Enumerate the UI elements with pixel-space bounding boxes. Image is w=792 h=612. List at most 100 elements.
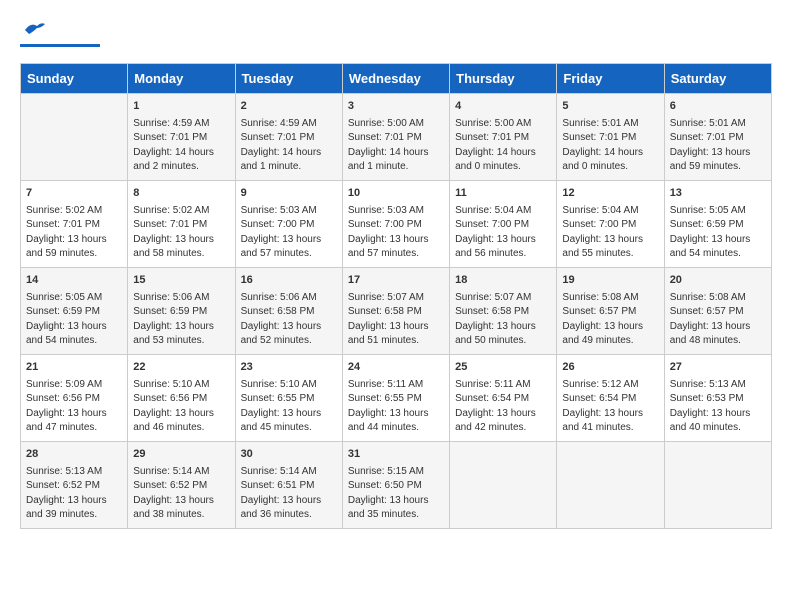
day-info: Sunset: 6:57 PM [670,305,766,320]
day-info: Sunrise: 4:59 AM [241,117,337,132]
calendar-cell: 24Sunrise: 5:11 AMSunset: 6:55 PMDayligh… [342,354,449,441]
day-info: and 44 minutes. [348,421,444,436]
calendar-cell: 29Sunrise: 5:14 AMSunset: 6:52 PMDayligh… [128,441,235,528]
day-number: 18 [455,273,551,289]
day-info: Sunrise: 5:14 AM [133,465,229,480]
day-number: 5 [562,99,658,115]
day-info: Daylight: 13 hours [670,320,766,335]
calendar-cell: 15Sunrise: 5:06 AMSunset: 6:59 PMDayligh… [128,267,235,354]
day-info: and 45 minutes. [241,421,337,436]
day-number: 9 [241,186,337,202]
day-info: Daylight: 13 hours [241,320,337,335]
day-info: Sunset: 7:01 PM [670,131,766,146]
day-info: and 2 minutes. [133,160,229,175]
day-info: Sunrise: 5:04 AM [455,204,551,219]
calendar-cell: 21Sunrise: 5:09 AMSunset: 6:56 PMDayligh… [21,354,128,441]
day-info: Sunset: 7:00 PM [348,218,444,233]
day-info: Sunrise: 5:02 AM [133,204,229,219]
day-info: Daylight: 13 hours [455,320,551,335]
day-info: Daylight: 14 hours [562,146,658,161]
day-info: Sunset: 6:59 PM [133,305,229,320]
calendar-cell [450,441,557,528]
calendar-cell: 25Sunrise: 5:11 AMSunset: 6:54 PMDayligh… [450,354,557,441]
day-number: 31 [348,447,444,463]
day-info: Daylight: 13 hours [455,407,551,422]
day-info: and 54 minutes. [26,334,122,349]
day-info: Sunset: 6:58 PM [455,305,551,320]
day-info: Sunrise: 5:06 AM [133,291,229,306]
logo-bird-icon [23,20,47,38]
calendar-cell: 23Sunrise: 5:10 AMSunset: 6:55 PMDayligh… [235,354,342,441]
day-info: and 53 minutes. [133,334,229,349]
day-info: Sunrise: 5:00 AM [455,117,551,132]
day-number: 27 [670,360,766,376]
day-info: Daylight: 13 hours [562,233,658,248]
week-row-3: 14Sunrise: 5:05 AMSunset: 6:59 PMDayligh… [21,267,772,354]
day-info: Daylight: 13 hours [348,233,444,248]
day-info: and 56 minutes. [455,247,551,262]
day-info: Sunrise: 5:04 AM [562,204,658,219]
col-header-monday: Monday [128,64,235,94]
day-info: Daylight: 13 hours [26,494,122,509]
day-info: Daylight: 14 hours [348,146,444,161]
day-info: Sunset: 6:52 PM [133,479,229,494]
day-info: Sunrise: 5:01 AM [562,117,658,132]
day-info: Sunset: 7:01 PM [455,131,551,146]
day-info: Daylight: 13 hours [670,233,766,248]
col-header-wednesday: Wednesday [342,64,449,94]
day-number: 17 [348,273,444,289]
day-info: Sunrise: 5:12 AM [562,378,658,393]
day-info: Sunrise: 5:07 AM [455,291,551,306]
day-info: Sunrise: 5:13 AM [670,378,766,393]
col-header-tuesday: Tuesday [235,64,342,94]
calendar-cell: 9Sunrise: 5:03 AMSunset: 7:00 PMDaylight… [235,180,342,267]
header-row: SundayMondayTuesdayWednesdayThursdayFrid… [21,64,772,94]
day-info: Daylight: 13 hours [670,407,766,422]
day-info: Sunset: 6:57 PM [562,305,658,320]
day-info: Daylight: 13 hours [348,320,444,335]
day-number: 23 [241,360,337,376]
day-number: 29 [133,447,229,463]
header [20,20,772,47]
day-info: Sunrise: 5:02 AM [26,204,122,219]
day-info: Daylight: 13 hours [348,407,444,422]
day-info: Sunset: 6:58 PM [241,305,337,320]
calendar-cell: 17Sunrise: 5:07 AMSunset: 6:58 PMDayligh… [342,267,449,354]
day-info: Sunset: 6:56 PM [26,392,122,407]
day-info: Daylight: 13 hours [26,407,122,422]
week-row-5: 28Sunrise: 5:13 AMSunset: 6:52 PMDayligh… [21,441,772,528]
day-info: and 48 minutes. [670,334,766,349]
calendar-cell: 20Sunrise: 5:08 AMSunset: 6:57 PMDayligh… [664,267,771,354]
day-info: Daylight: 13 hours [133,320,229,335]
day-info: and 54 minutes. [670,247,766,262]
calendar-cell: 2Sunrise: 4:59 AMSunset: 7:01 PMDaylight… [235,94,342,181]
calendar-cell: 12 Sunrise: 5:04 AMSunset: 7:00 PMDayligh… [557,180,664,267]
day-number: 22 [133,360,229,376]
day-info: Sunset: 7:01 PM [26,218,122,233]
day-info: Sunrise: 5:15 AM [348,465,444,480]
day-info: Sunset: 6:50 PM [348,479,444,494]
col-header-thursday: Thursday [450,64,557,94]
day-info: and 57 minutes. [241,247,337,262]
day-info: and 42 minutes. [455,421,551,436]
day-number: 12 [562,186,658,202]
day-number: 16 [241,273,337,289]
day-info: and 1 minute. [241,160,337,175]
day-info: Daylight: 13 hours [133,407,229,422]
day-info: Daylight: 13 hours [241,407,337,422]
day-info: Sunset: 6:53 PM [670,392,766,407]
day-info: Daylight: 13 hours [348,494,444,509]
day-info: Sunset: 7:00 PM [562,218,658,233]
day-info: Sunrise: 5:09 AM [26,378,122,393]
calendar-cell: 30Sunrise: 5:14 AMSunset: 6:51 PMDayligh… [235,441,342,528]
week-row-2: 7Sunrise: 5:02 AMSunset: 7:01 PMDaylight… [21,180,772,267]
day-info: Daylight: 13 hours [455,233,551,248]
calendar-cell: 31 Sunrise: 5:15 AMSunset: 6:50 PMDayligh… [342,441,449,528]
calendar-cell: 16Sunrise: 5:06 AMSunset: 6:58 PMDayligh… [235,267,342,354]
day-number: 26 [562,360,658,376]
day-info: and 36 minutes. [241,508,337,523]
col-header-sunday: Sunday [21,64,128,94]
day-info: Sunset: 6:54 PM [455,392,551,407]
calendar-cell: 8Sunrise: 5:02 AMSunset: 7:01 PMDaylight… [128,180,235,267]
day-info: Sunrise: 4:59 AM [133,117,229,132]
